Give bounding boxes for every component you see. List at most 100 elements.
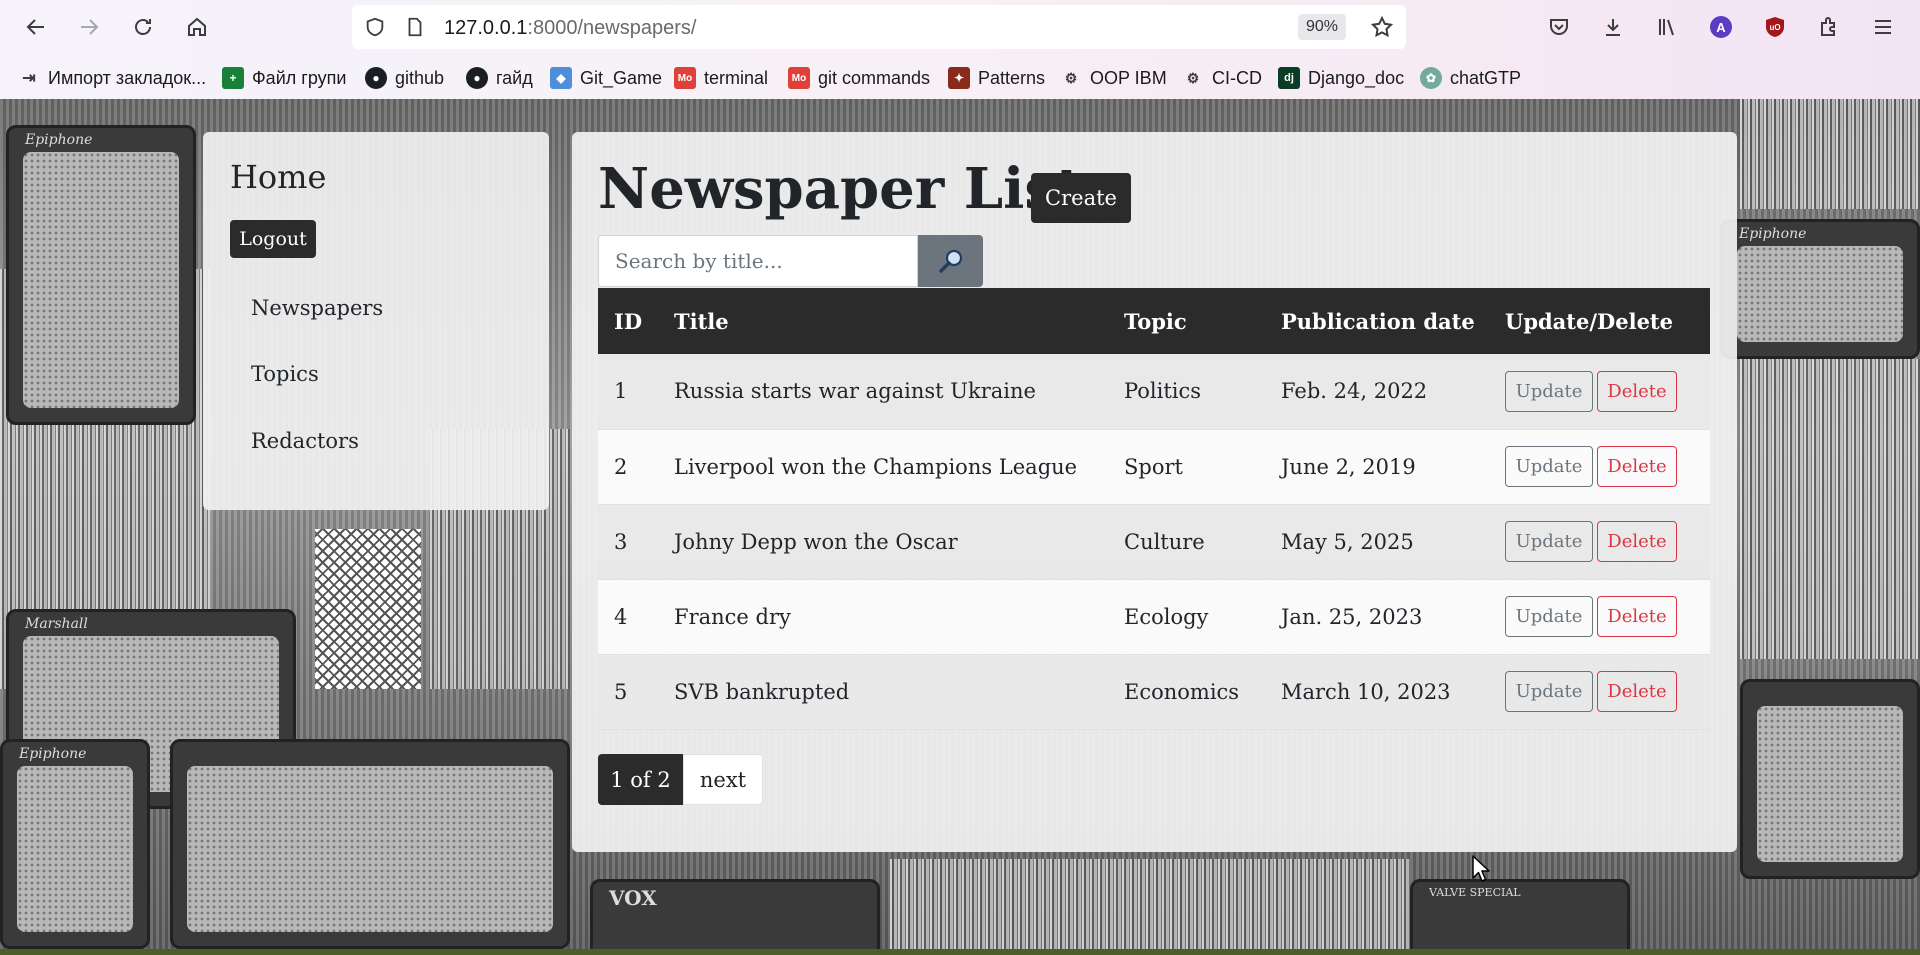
search-button[interactable] <box>918 235 983 287</box>
downloads-button[interactable] <box>1597 11 1629 43</box>
amplifier: VALVE SPECIAL <box>1410 879 1630 949</box>
shield-icon[interactable] <box>364 16 386 38</box>
library-button[interactable] <box>1651 11 1683 43</box>
hamburger-icon <box>1875 20 1891 34</box>
bookmark-import[interactable]: ⇥ Импорт закладок... <box>18 64 206 92</box>
home-button[interactable] <box>181 11 213 43</box>
bookmark-terminal[interactable]: Mo terminal <box>674 64 768 92</box>
cell-title[interactable]: Liverpool won the Champions League <box>658 429 1108 504</box>
library-icon <box>1659 19 1674 36</box>
pocket-button[interactable] <box>1543 11 1575 43</box>
cell-date: May 5, 2025 <box>1281 529 1414 554</box>
create-button[interactable]: Create <box>1031 173 1131 223</box>
column-header: Topic <box>1124 308 1187 334</box>
menu-button[interactable] <box>1867 11 1899 43</box>
address-bar[interactable]: 127.0.0.1:8000/newspapers/ 90% <box>352 5 1406 49</box>
table-row: 1 Russia starts war against Ukraine Poli… <box>598 354 1710 429</box>
column-header: ID <box>614 308 643 334</box>
delete-button[interactable]: Delete <box>1597 671 1677 712</box>
update-button[interactable]: Update <box>1505 671 1593 712</box>
update-button[interactable]: Update <box>1505 370 1593 412</box>
bookmark-git-commands[interactable]: Mo git commands <box>788 64 930 92</box>
cell-id: 5 <box>614 679 628 704</box>
pagination-current: 1 of 2 <box>598 754 683 805</box>
bookmark-file-group[interactable]: + Файл групи <box>222 64 346 92</box>
cell-title[interactable]: Russia starts war against Ukraine <box>658 354 1108 429</box>
bookmark-git-game[interactable]: ◆ Git_Game <box>550 64 662 92</box>
cell-actions: Update Delete <box>1489 654 1710 729</box>
table-row: 2 Liverpool won the Champions League Spo… <box>598 429 1710 504</box>
cell-id: 1 <box>614 379 628 404</box>
bookmark-github[interactable]: ● github <box>365 64 444 92</box>
reload-button[interactable] <box>127 11 159 43</box>
record-stack <box>1740 99 1920 209</box>
main-content: Newspaper List Create ID Title Topic Pub… <box>572 132 1737 852</box>
page-icon[interactable] <box>404 16 426 38</box>
cell-title[interactable]: SVB bankrupted <box>658 654 1108 729</box>
back-button[interactable] <box>20 11 52 43</box>
column-header: Publication date <box>1281 308 1475 334</box>
star-icon[interactable] <box>1370 15 1394 39</box>
sheets-icon: + <box>222 67 244 89</box>
column-header: Update/Delete <box>1505 308 1673 334</box>
arrow-right-icon <box>81 19 99 35</box>
search-input[interactable] <box>598 235 918 287</box>
update-button[interactable]: Update <box>1505 446 1593 487</box>
bookmark-django-doc[interactable]: dj Django_doc <box>1278 64 1404 92</box>
ublock-button[interactable]: uO <box>1759 11 1791 43</box>
browser-toolbar: 127.0.0.1:8000/newspapers/ 90% A uO <box>0 0 1920 54</box>
delete-button[interactable]: Delete <box>1597 446 1677 487</box>
bookmark-label: CI-CD <box>1212 67 1262 88</box>
bookmark-ci-cd[interactable]: ⚙ CI-CD <box>1182 64 1262 92</box>
github-icon: ● <box>365 67 387 89</box>
amp-brand: VOX <box>609 886 657 910</box>
cell-actions: Update Delete <box>1489 579 1710 654</box>
bottom-strip <box>0 949 1920 955</box>
bookmark-label: Patterns <box>978 67 1046 88</box>
delete-button[interactable]: Delete <box>1597 521 1677 562</box>
delete-button[interactable]: Delete <box>1597 596 1677 637</box>
home-link[interactable]: Home <box>230 158 326 196</box>
account-button[interactable]: A <box>1705 11 1737 43</box>
zoom-level[interactable]: 90% <box>1298 14 1346 40</box>
patterns-icon: ✦ <box>948 67 970 89</box>
bookmark-label: git commands <box>818 67 931 88</box>
amp-brand: Epiphone <box>19 746 87 762</box>
forward-button[interactable] <box>73 11 105 43</box>
game-icon: ◆ <box>550 67 572 89</box>
newspapers-table: ID Title Topic Publication date Update/D… <box>598 288 1710 730</box>
amp-brand: Epiphone <box>25 132 93 148</box>
bookmark-guide[interactable]: ● гайд <box>466 64 533 92</box>
cell-title[interactable]: France dry <box>658 579 1108 654</box>
cell-title[interactable]: Johny Depp won the Oscar <box>658 504 1108 579</box>
sidebar-item-topics[interactable]: Topics <box>251 362 319 386</box>
mo-icon: Mo <box>674 67 696 89</box>
bookmark-label: OOP IBM <box>1090 67 1167 88</box>
page-title: Newspaper List <box>598 156 1082 222</box>
account-icon: A <box>1710 16 1732 38</box>
browser-chrome: 127.0.0.1:8000/newspapers/ 90% A uO ⇥ Имп… <box>0 0 1920 99</box>
bookmark-patterns[interactable]: ✦ Patterns <box>948 64 1045 92</box>
cell-date: March 10, 2023 <box>1281 679 1451 704</box>
cell-date: June 2, 2019 <box>1281 454 1416 479</box>
bookmark-chatgtp[interactable]: ✿ chatGTP <box>1420 64 1521 92</box>
bike-icon: ⚙ <box>1064 69 1078 86</box>
bookmark-label: terminal <box>704 67 769 88</box>
pagination: 1 of 2 next <box>598 754 763 805</box>
django-icon: dj <box>1278 67 1300 89</box>
sidebar-item-redactors[interactable]: Redactors <box>251 429 359 453</box>
extensions-button[interactable] <box>1813 11 1845 43</box>
amp-brand: Marshall <box>25 616 88 632</box>
bookmark-label: Импорт закладок... <box>48 67 207 88</box>
bookmark-label: Git_Game <box>580 67 663 88</box>
update-button[interactable]: Update <box>1505 521 1593 562</box>
update-button[interactable]: Update <box>1505 596 1593 637</box>
delete-button[interactable]: Delete <box>1597 370 1677 412</box>
ublock-icon: uO <box>1766 17 1784 37</box>
pagination-next[interactable]: next <box>683 754 763 805</box>
bookmarks-bar: ⇥ Импорт закладок... + Файл групи ● github … <box>0 60 1920 96</box>
logout-button[interactable]: Logout <box>230 220 316 258</box>
url-text[interactable]: 127.0.0.1:8000/newspapers/ <box>444 17 696 40</box>
sidebar-item-newspapers[interactable]: Newspapers <box>251 296 383 320</box>
bookmark-oop-ibm[interactable]: ⚙ OOP IBM <box>1060 64 1167 92</box>
